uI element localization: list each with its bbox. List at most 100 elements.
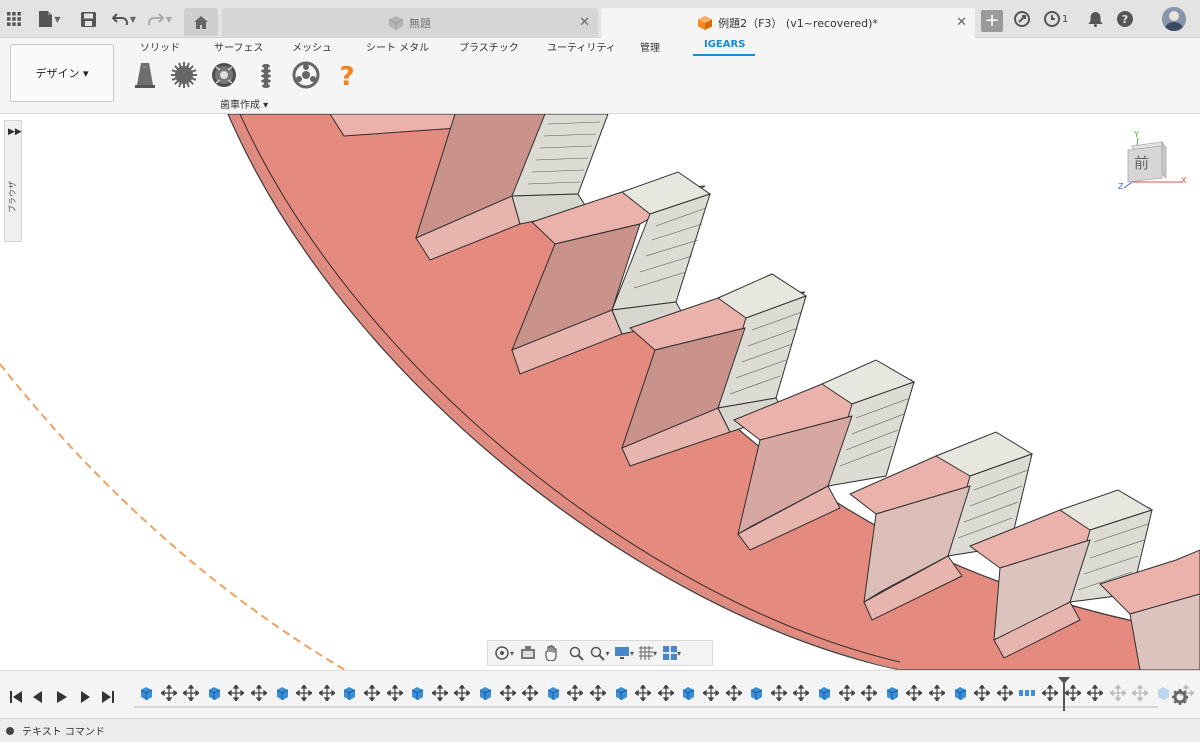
- timeline-feature-pattern-icon[interactable]: [1019, 685, 1036, 701]
- viewports-icon[interactable]: ▾: [660, 643, 684, 663]
- gear-creation-group-label[interactable]: 歯車作成 ▾: [220, 96, 268, 111]
- tab-igears[interactable]: IGEARS: [704, 39, 745, 50]
- timeline-feature-body-icon[interactable]: [409, 685, 425, 701]
- timeline-feature-move-icon[interactable]: [249, 683, 269, 703]
- timeline-feature-body-icon[interactable]: [477, 685, 493, 701]
- timeline-feature-body-icon[interactable]: [206, 685, 222, 701]
- look-at-icon[interactable]: [516, 643, 540, 663]
- timeline-feature-move-icon[interactable]: [453, 683, 472, 703]
- file-menu-button[interactable]: ▼: [36, 8, 64, 30]
- timeline-feature-move-icon[interactable]: [317, 683, 336, 703]
- timeline-feature-body-icon[interactable]: [613, 685, 629, 701]
- browser-panel-tab[interactable]: ▶▶ ブラウザ: [4, 120, 22, 242]
- tab-plastic[interactable]: プラスチック: [459, 39, 519, 54]
- timeline-feature-move-suppressed-icon[interactable]: [1131, 683, 1150, 703]
- help-icon[interactable]: ?: [1117, 11, 1134, 27]
- timeline-feature-move-icon[interactable]: [521, 683, 540, 703]
- orbit-icon[interactable]: ▾: [492, 643, 516, 663]
- timeline-feature-move-icon[interactable]: [227, 683, 246, 703]
- tab-manage[interactable]: 管理: [640, 39, 660, 54]
- play-icon[interactable]: [54, 689, 70, 705]
- timeline-feature-move-icon[interactable]: [656, 683, 675, 703]
- zoom-icon[interactable]: [564, 643, 588, 663]
- document-tab-active[interactable]: 例題2（F3） (v1~recovered)* ✕: [601, 8, 975, 38]
- timeline-feature-move-icon[interactable]: [905, 683, 924, 703]
- timeline-feature-move-icon[interactable]: [995, 683, 1014, 703]
- close-icon[interactable]: ✕: [956, 15, 967, 30]
- timeline-track[interactable]: [134, 681, 1195, 711]
- timeline-marker[interactable]: [1058, 677, 1070, 711]
- timeline-feature-body-icon[interactable]: [952, 685, 968, 701]
- expand-arrow-icon[interactable]: ▶▶: [8, 127, 22, 137]
- go-to-start-icon[interactable]: [8, 689, 24, 705]
- spur-gear-icon[interactable]: [169, 60, 199, 90]
- timeline-feature-move-icon[interactable]: [860, 683, 879, 703]
- tab-solid[interactable]: ソリッド: [140, 39, 180, 54]
- timeline-feature-move-icon[interactable]: [724, 683, 743, 703]
- timeline-feature-body-icon[interactable]: [274, 685, 290, 701]
- timeline-feature-move-icon[interactable]: [182, 683, 201, 703]
- timeline-feature-move-icon[interactable]: [566, 683, 585, 703]
- workspace-switcher-button[interactable]: デザイン ▾: [10, 44, 114, 102]
- timeline-feature-body-icon[interactable]: [816, 685, 832, 701]
- timeline-feature-body-icon[interactable]: [884, 685, 900, 701]
- timeline-feature-body-icon[interactable]: [748, 685, 764, 701]
- tab-sheet-metal[interactable]: シート メタル: [366, 39, 429, 54]
- timeline-feature-move-suppressed-icon[interactable]: [1108, 683, 1127, 703]
- planetary-gear-icon[interactable]: [291, 60, 321, 90]
- tab-utilities[interactable]: ユーティリティ: [547, 39, 616, 54]
- timeline-feature-move-icon[interactable]: [769, 683, 788, 703]
- timeline-feature-move-icon[interactable]: [837, 683, 856, 703]
- worm-gear-icon[interactable]: [251, 60, 281, 90]
- display-settings-icon[interactable]: ▾: [612, 643, 636, 663]
- timeline-feature-move-icon[interactable]: [498, 683, 517, 703]
- step-back-icon[interactable]: [30, 689, 46, 705]
- pan-hand-icon[interactable]: [540, 643, 564, 663]
- timeline-feature-move-icon[interactable]: [634, 683, 653, 703]
- timeline-feature-move-icon[interactable]: [159, 683, 178, 703]
- document-tab-untitled[interactable]: 無題 ✕: [222, 8, 598, 38]
- app-grid-icon[interactable]: [6, 8, 22, 30]
- timeline-feature-body-suppressed-icon[interactable]: [1155, 685, 1171, 701]
- timeline-feature-move-icon[interactable]: [792, 683, 811, 703]
- timeline-feature-move-icon[interactable]: [362, 683, 382, 703]
- timeline-feature-body-icon[interactable]: [138, 685, 154, 701]
- timeline-feature-move-icon[interactable]: [927, 683, 947, 703]
- timeline-feature-move-icon[interactable]: [588, 683, 608, 703]
- tab-surface[interactable]: サーフェス: [214, 39, 263, 54]
- timeline-feature-move-icon[interactable]: [430, 683, 449, 703]
- notification-bell-icon[interactable]: [1088, 11, 1103, 27]
- job-status-button[interactable]: 1: [1044, 11, 1068, 27]
- command-bar-toggle-icon[interactable]: [6, 726, 14, 735]
- grid-settings-icon[interactable]: ▾: [636, 643, 660, 663]
- timeline-feature-move-icon[interactable]: [1086, 683, 1105, 703]
- timeline-feature-body-icon[interactable]: [680, 685, 696, 701]
- save-icon[interactable]: [80, 8, 96, 30]
- canvas-viewport[interactable]: ▶▶ ブラウザ 前 Y X Z ▾ ▾ ▾ ▾ ▾: [0, 114, 1200, 670]
- view-cube-face-label[interactable]: 前: [1134, 152, 1149, 173]
- zoom-window-icon[interactable]: ▾: [588, 643, 612, 663]
- timeline-feature-move-icon[interactable]: [1040, 683, 1060, 703]
- close-icon[interactable]: ✕: [579, 15, 590, 30]
- gear-model-scene[interactable]: [0, 114, 1200, 670]
- view-cube[interactable]: 前 Y X Z: [1118, 130, 1190, 192]
- bevel-gear-icon[interactable]: [130, 60, 160, 90]
- timeline-settings-gear-icon[interactable]: [1172, 689, 1188, 708]
- helical-gear-icon[interactable]: [209, 60, 239, 90]
- new-tab-button[interactable]: +: [981, 10, 1003, 32]
- home-tab[interactable]: [184, 8, 218, 36]
- timeline-feature-move-icon[interactable]: [973, 683, 992, 703]
- user-avatar[interactable]: [1162, 7, 1186, 31]
- step-forward-icon[interactable]: [77, 689, 93, 705]
- redo-button[interactable]: ▼: [146, 8, 174, 30]
- timeline-feature-move-icon[interactable]: [295, 683, 314, 703]
- undo-button[interactable]: ▼: [110, 8, 138, 30]
- timeline-feature-body-icon[interactable]: [341, 685, 357, 701]
- go-to-end-icon[interactable]: [100, 689, 116, 705]
- timeline-feature-move-icon[interactable]: [701, 683, 721, 703]
- text-command-bar[interactable]: テキスト コマンド: [0, 718, 1200, 742]
- timeline-feature-body-icon[interactable]: [545, 685, 561, 701]
- timeline-feature-move-icon[interactable]: [385, 683, 404, 703]
- tab-mesh[interactable]: メッシュ: [292, 39, 332, 54]
- help-icon[interactable]: ?: [332, 60, 362, 90]
